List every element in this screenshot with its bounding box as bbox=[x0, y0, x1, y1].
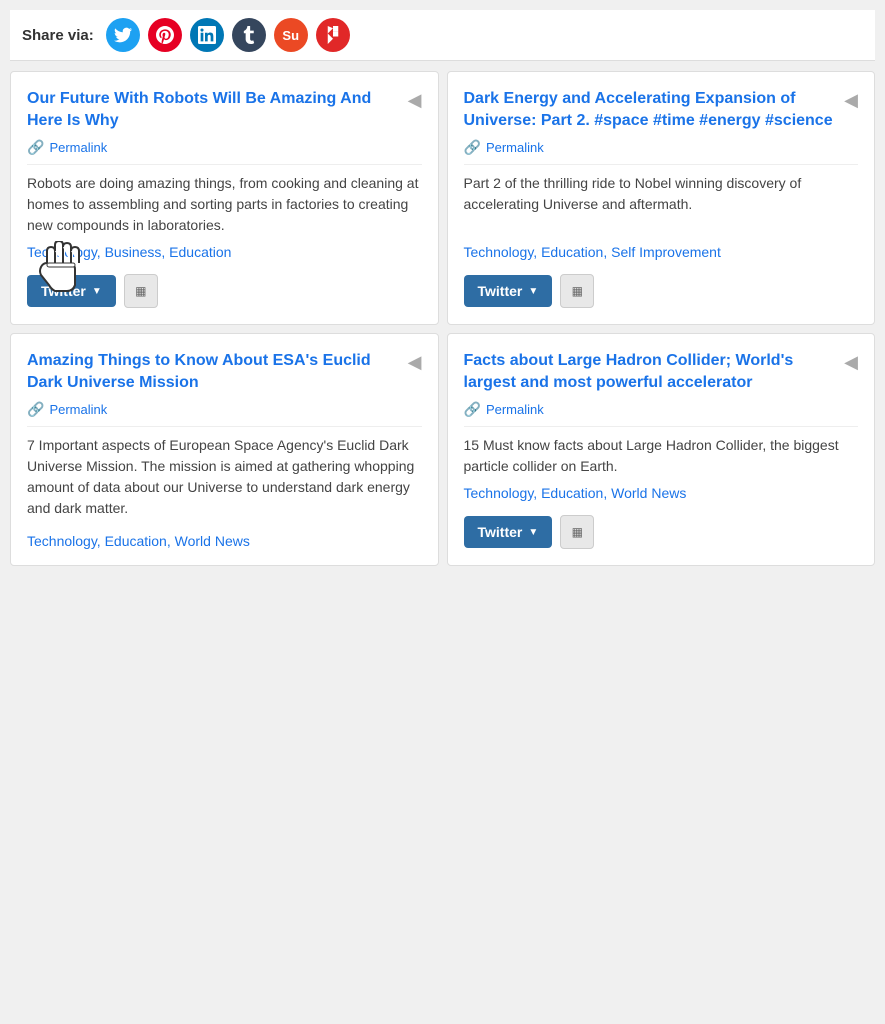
share-icon-euclid[interactable]: ◀ bbox=[408, 352, 422, 373]
share-bar: Share via: Su bbox=[10, 10, 875, 61]
tag-technology-hadron[interactable]: Technology bbox=[464, 485, 534, 501]
permalink-label-dark-energy: Permalink bbox=[486, 140, 544, 155]
card-robots: Our Future With Robots Will Be Amazing A… bbox=[10, 71, 439, 325]
twitter-button-robots[interactable]: Twitter ▼ bbox=[27, 275, 116, 307]
tag-technology-euclid[interactable]: Technology bbox=[27, 533, 97, 549]
card-title-hadron[interactable]: Facts about Large Hadron Collider; World… bbox=[464, 350, 837, 393]
card-dark-energy: Dark Energy and Accelerating Expansion o… bbox=[447, 71, 876, 325]
more-icon-dark-energy: ▦ bbox=[572, 284, 583, 298]
permalink-label-robots: Permalink bbox=[49, 140, 107, 155]
card-footer-robots: Twitter ▼ ▦ bbox=[27, 274, 422, 308]
linkedin-share-icon[interactable] bbox=[190, 18, 224, 52]
permalink-euclid[interactable]: 🔗 Permalink bbox=[27, 401, 422, 427]
card-hadron: Facts about Large Hadron Collider; World… bbox=[447, 333, 876, 566]
tag-technology-dark-energy[interactable]: Technology bbox=[464, 244, 534, 260]
permalink-hadron[interactable]: 🔗 Permalink bbox=[464, 401, 859, 427]
pinterest-share-icon[interactable] bbox=[148, 18, 182, 52]
tag-education-dark-energy[interactable]: Education bbox=[541, 244, 603, 260]
tag-business-robots[interactable]: Business bbox=[105, 244, 162, 260]
share-label: Share via: bbox=[22, 27, 94, 44]
more-icon-robots: ▦ bbox=[135, 284, 146, 298]
card-title-dark-energy[interactable]: Dark Energy and Accelerating Expansion o… bbox=[464, 88, 837, 131]
more-btn-dark-energy[interactable]: ▦ bbox=[560, 274, 594, 308]
twitter-btn-label-dark-energy: Twitter bbox=[478, 283, 523, 299]
tumblr-share-icon[interactable] bbox=[232, 18, 266, 52]
card-title-row-3: Amazing Things to Know About ESA's Eucli… bbox=[27, 350, 422, 393]
tag-education-robots[interactable]: Education bbox=[169, 244, 231, 260]
permalink-icon-robots: 🔗 bbox=[27, 139, 44, 156]
card-desc-robots: Robots are doing amazing things, from co… bbox=[27, 173, 422, 236]
card-title-row-4: Facts about Large Hadron Collider; World… bbox=[464, 350, 859, 393]
twitter-button-hadron[interactable]: Twitter ▼ bbox=[464, 516, 553, 548]
tag-world-news-euclid[interactable]: World News bbox=[175, 533, 250, 549]
more-btn-hadron[interactable]: ▦ bbox=[560, 515, 594, 549]
more-icon-hadron: ▦ bbox=[572, 525, 583, 539]
dropdown-arrow-hadron: ▼ bbox=[528, 527, 538, 538]
permalink-robots[interactable]: 🔗 Permalink bbox=[27, 139, 422, 165]
twitter-btn-label-hadron: Twitter bbox=[478, 524, 523, 540]
card-euclid: Amazing Things to Know About ESA's Eucli… bbox=[10, 333, 439, 566]
tag-world-news-hadron[interactable]: World News bbox=[611, 485, 686, 501]
tag-education-hadron[interactable]: Education bbox=[541, 485, 603, 501]
share-icon-hadron[interactable]: ◀ bbox=[844, 352, 858, 373]
card-desc-euclid: 7 Important aspects of European Space Ag… bbox=[27, 435, 422, 519]
permalink-label-hadron: Permalink bbox=[486, 402, 544, 417]
share-icon-robots[interactable]: ◀ bbox=[408, 90, 422, 111]
card-tags-hadron: Technology, Education, World News bbox=[464, 485, 859, 501]
tag-self-improvement[interactable]: Self Improvement bbox=[611, 244, 721, 260]
dropdown-arrow-robots: ▼ bbox=[92, 286, 102, 297]
card-tags-robots: Technology, Business, Education bbox=[27, 244, 422, 260]
permalink-label-euclid: Permalink bbox=[49, 402, 107, 417]
card-footer-dark-energy: Twitter ▼ ▦ bbox=[464, 274, 859, 308]
twitter-btn-label-robots: Twitter bbox=[41, 283, 86, 299]
card-title-row: Our Future With Robots Will Be Amazing A… bbox=[27, 88, 422, 131]
permalink-icon-euclid: 🔗 bbox=[27, 401, 44, 418]
card-desc-hadron: 15 Must know facts about Large Hadron Co… bbox=[464, 435, 859, 477]
card-footer-hadron: Twitter ▼ ▦ bbox=[464, 515, 859, 549]
stumbleupon-share-icon[interactable]: Su bbox=[274, 18, 308, 52]
tag-education-euclid[interactable]: Education bbox=[105, 533, 167, 549]
card-title-robots[interactable]: Our Future With Robots Will Be Amazing A… bbox=[27, 88, 400, 131]
tag-technology-robots[interactable]: Technology bbox=[27, 244, 97, 260]
card-title-euclid[interactable]: Amazing Things to Know About ESA's Eucli… bbox=[27, 350, 400, 393]
dropdown-arrow-dark-energy: ▼ bbox=[528, 286, 538, 297]
twitter-share-icon[interactable] bbox=[106, 18, 140, 52]
permalink-icon-hadron: 🔗 bbox=[464, 401, 481, 418]
flipboard-share-icon[interactable] bbox=[316, 18, 350, 52]
permalink-dark-energy[interactable]: 🔗 Permalink bbox=[464, 139, 859, 165]
permalink-icon-dark-energy: 🔗 bbox=[464, 139, 481, 156]
card-tags-euclid: Technology, Education, World News bbox=[27, 533, 422, 549]
share-icon-dark-energy[interactable]: ◀ bbox=[844, 90, 858, 111]
card-desc-dark-energy: Part 2 of the thrilling ride to Nobel wi… bbox=[464, 173, 859, 215]
card-tags-dark-energy: Technology, Education, Self Improvement bbox=[464, 244, 859, 260]
twitter-button-dark-energy[interactable]: Twitter ▼ bbox=[464, 275, 553, 307]
more-btn-robots[interactable]: ▦ bbox=[124, 274, 158, 308]
card-title-row-2: Dark Energy and Accelerating Expansion o… bbox=[464, 88, 859, 131]
cards-grid: Our Future With Robots Will Be Amazing A… bbox=[10, 71, 875, 566]
